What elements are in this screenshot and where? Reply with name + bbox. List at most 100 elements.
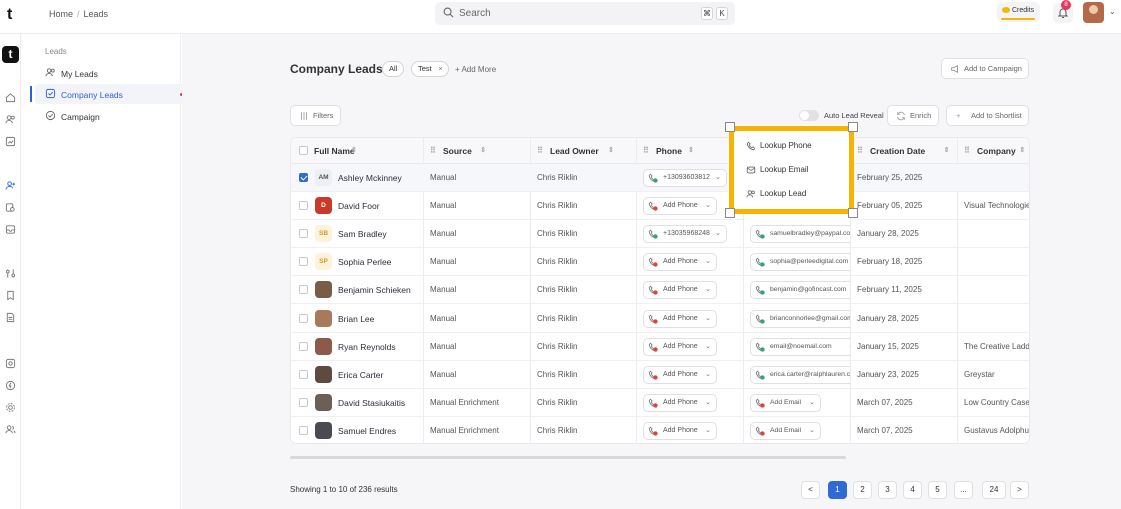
email-pill[interactable]: email@noemail.com ⌄ [750, 337, 850, 356]
row-checkbox[interactable] [299, 341, 308, 351]
chart-icon[interactable] [5, 136, 16, 147]
lead-name[interactable]: Sam Bradley [338, 220, 387, 247]
horizontal-scrollbar[interactable] [290, 456, 846, 459]
nav-item-campaign[interactable]: Campaign [35, 106, 193, 126]
users-icon[interactable] [5, 114, 16, 125]
column-header[interactable]: ⠿ Creation Date ⇕ [850, 138, 957, 164]
drag-handle-icon[interactable]: ⠿ [964, 138, 970, 164]
row-checkbox[interactable] [299, 229, 308, 239]
credits-button[interactable]: Credits [997, 2, 1040, 22]
email-pill[interactable]: erica.carter@ralphlauren.com [750, 365, 850, 384]
phone-pill[interactable]: Add Phone ⌄ [643, 393, 717, 412]
lead-name[interactable]: David Stasiukaitis [338, 389, 405, 416]
sort-icon[interactable]: ⇕ [1019, 138, 1025, 164]
email-pill[interactable]: samuelbradley@paypal.com [750, 225, 850, 244]
lead-name[interactable]: Ryan Reynolds [338, 333, 396, 360]
lead-name[interactable]: Samuel Endres [338, 417, 396, 443]
resize-handle[interactable] [848, 122, 858, 132]
lead-name[interactable]: Sophia Perlee [338, 248, 391, 275]
lead-name[interactable]: Brian Lee [338, 305, 374, 332]
lead-name[interactable]: Benjamin Schieken [338, 276, 411, 303]
column-header[interactable]: Full Name ⇕ [291, 138, 423, 164]
resize-handle[interactable] [725, 122, 735, 132]
add-user-icon[interactable] [5, 180, 16, 191]
email-pill[interactable]: Add Email ⌄ [750, 393, 821, 412]
email-pill[interactable]: sophia@perleedigital.com [750, 253, 850, 272]
add-to-shortlist-button[interactable]: + Add to Shortlist [946, 105, 1029, 126]
lightning-icon[interactable] [5, 380, 16, 391]
sort-icon[interactable]: ⇕ [608, 138, 614, 164]
row-checkbox[interactable] [299, 369, 308, 379]
page-button[interactable]: 1 [828, 481, 847, 499]
row-checkbox[interactable] [299, 201, 308, 211]
team-icon[interactable] [5, 424, 16, 435]
row-checkbox[interactable] [299, 313, 308, 323]
resize-handle[interactable] [725, 208, 735, 218]
row-checkbox[interactable] [299, 173, 308, 182]
phone-pill[interactable]: Add Phone ⌄ [643, 365, 717, 384]
resize-handle[interactable] [848, 208, 858, 218]
gear-icon[interactable] [5, 402, 16, 413]
column-header[interactable]: ⠿ Source ⇕ [423, 138, 530, 164]
phone-pill[interactable]: Add Phone ⌄ [643, 309, 717, 328]
page-button[interactable]: 24 [982, 481, 1006, 499]
select-all-checkbox[interactable] [299, 146, 308, 155]
breadcrumb-home[interactable]: Home [49, 9, 73, 19]
phone-pill[interactable]: Add Phone ⌄ [643, 337, 717, 356]
phone-pill[interactable]: Add Phone ⌄ [643, 421, 717, 440]
email-pill[interactable]: Add Email ⌄ [750, 421, 821, 440]
add-to-campaign-button[interactable]: Add to Campaign [941, 58, 1029, 79]
close-icon[interactable]: × [438, 62, 442, 76]
inbox-icon[interactable] [5, 224, 16, 235]
phone-pill[interactable]: Add Phone ⌄ [643, 281, 717, 300]
drag-handle-icon[interactable]: ⠿ [537, 138, 543, 164]
phone-pill[interactable]: +13035968248 ⌄ [643, 225, 727, 244]
page-button[interactable]: 4 [903, 481, 922, 499]
chip-test[interactable]: Test × [411, 61, 449, 77]
chip-all[interactable]: All [382, 61, 405, 77]
nav-item-company-leads[interactable]: Company Leads [30, 84, 193, 104]
column-header[interactable]: ⠿ Company ⇕ [957, 138, 1029, 164]
prev-page-button[interactable]: < [801, 481, 820, 499]
sort-icon[interactable]: ⇕ [944, 138, 950, 164]
drag-handle-icon[interactable]: ⠿ [643, 138, 649, 164]
page-button[interactable]: 3 [878, 481, 897, 499]
phone-pill[interactable]: Add Phone ⌄ [643, 253, 717, 272]
app-logo[interactable]: t [2, 46, 19, 63]
document-icon[interactable] [5, 312, 16, 323]
page-button[interactable]: 5 [928, 481, 947, 499]
row-checkbox[interactable] [299, 285, 308, 295]
integrations-icon[interactable] [5, 358, 16, 369]
auto-lead-reveal-toggle[interactable] [799, 110, 819, 121]
lead-name[interactable]: David Foor [338, 192, 380, 219]
home-icon[interactable] [5, 92, 16, 103]
lead-name[interactable]: Ashley Mckinney [338, 164, 402, 191]
sort-icon[interactable]: ⇕ [688, 138, 694, 164]
column-header[interactable]: ⠿ Lead Owner ⇕ [530, 138, 636, 164]
row-checkbox[interactable] [299, 257, 308, 267]
column-header[interactable]: ⠿ Phone ⇕ [636, 138, 743, 164]
drag-handle-icon[interactable]: ⠿ [430, 138, 436, 164]
enrich-button[interactable]: Enrich [887, 105, 939, 126]
nav-item-my-leads[interactable]: My Leads [35, 63, 193, 83]
chevron-down-icon[interactable]: ⌄ [1109, 7, 1116, 16]
filters-button[interactable]: Filters [290, 105, 341, 126]
user-avatar[interactable] [1083, 2, 1104, 23]
email-pill[interactable]: brianconnorlee@gmail.com [750, 309, 850, 328]
sliders-icon[interactable] [5, 268, 16, 279]
phone-pill[interactable]: Add Phone ⌄ [643, 197, 717, 216]
row-checkbox[interactable] [299, 425, 308, 435]
sort-icon[interactable]: ⇕ [351, 138, 357, 164]
bookmark-icon[interactable] [5, 290, 16, 301]
lead-name[interactable]: Erica Carter [338, 361, 383, 388]
phone-pill[interactable]: +13093603812 ⌄ [643, 169, 727, 187]
breadcrumb-leads[interactable]: Leads [84, 9, 109, 19]
page-button[interactable]: 2 [853, 481, 872, 499]
next-page-button[interactable]: > [1010, 481, 1029, 499]
row-checkbox[interactable] [299, 397, 308, 407]
email-pill[interactable]: benjamin@gofincast.com [750, 281, 850, 300]
add-more-button[interactable]: + Add More [455, 65, 496, 74]
drag-handle-icon[interactable]: ⠿ [857, 138, 863, 164]
sort-icon[interactable]: ⇕ [480, 138, 486, 164]
search-company-icon[interactable] [5, 202, 16, 213]
